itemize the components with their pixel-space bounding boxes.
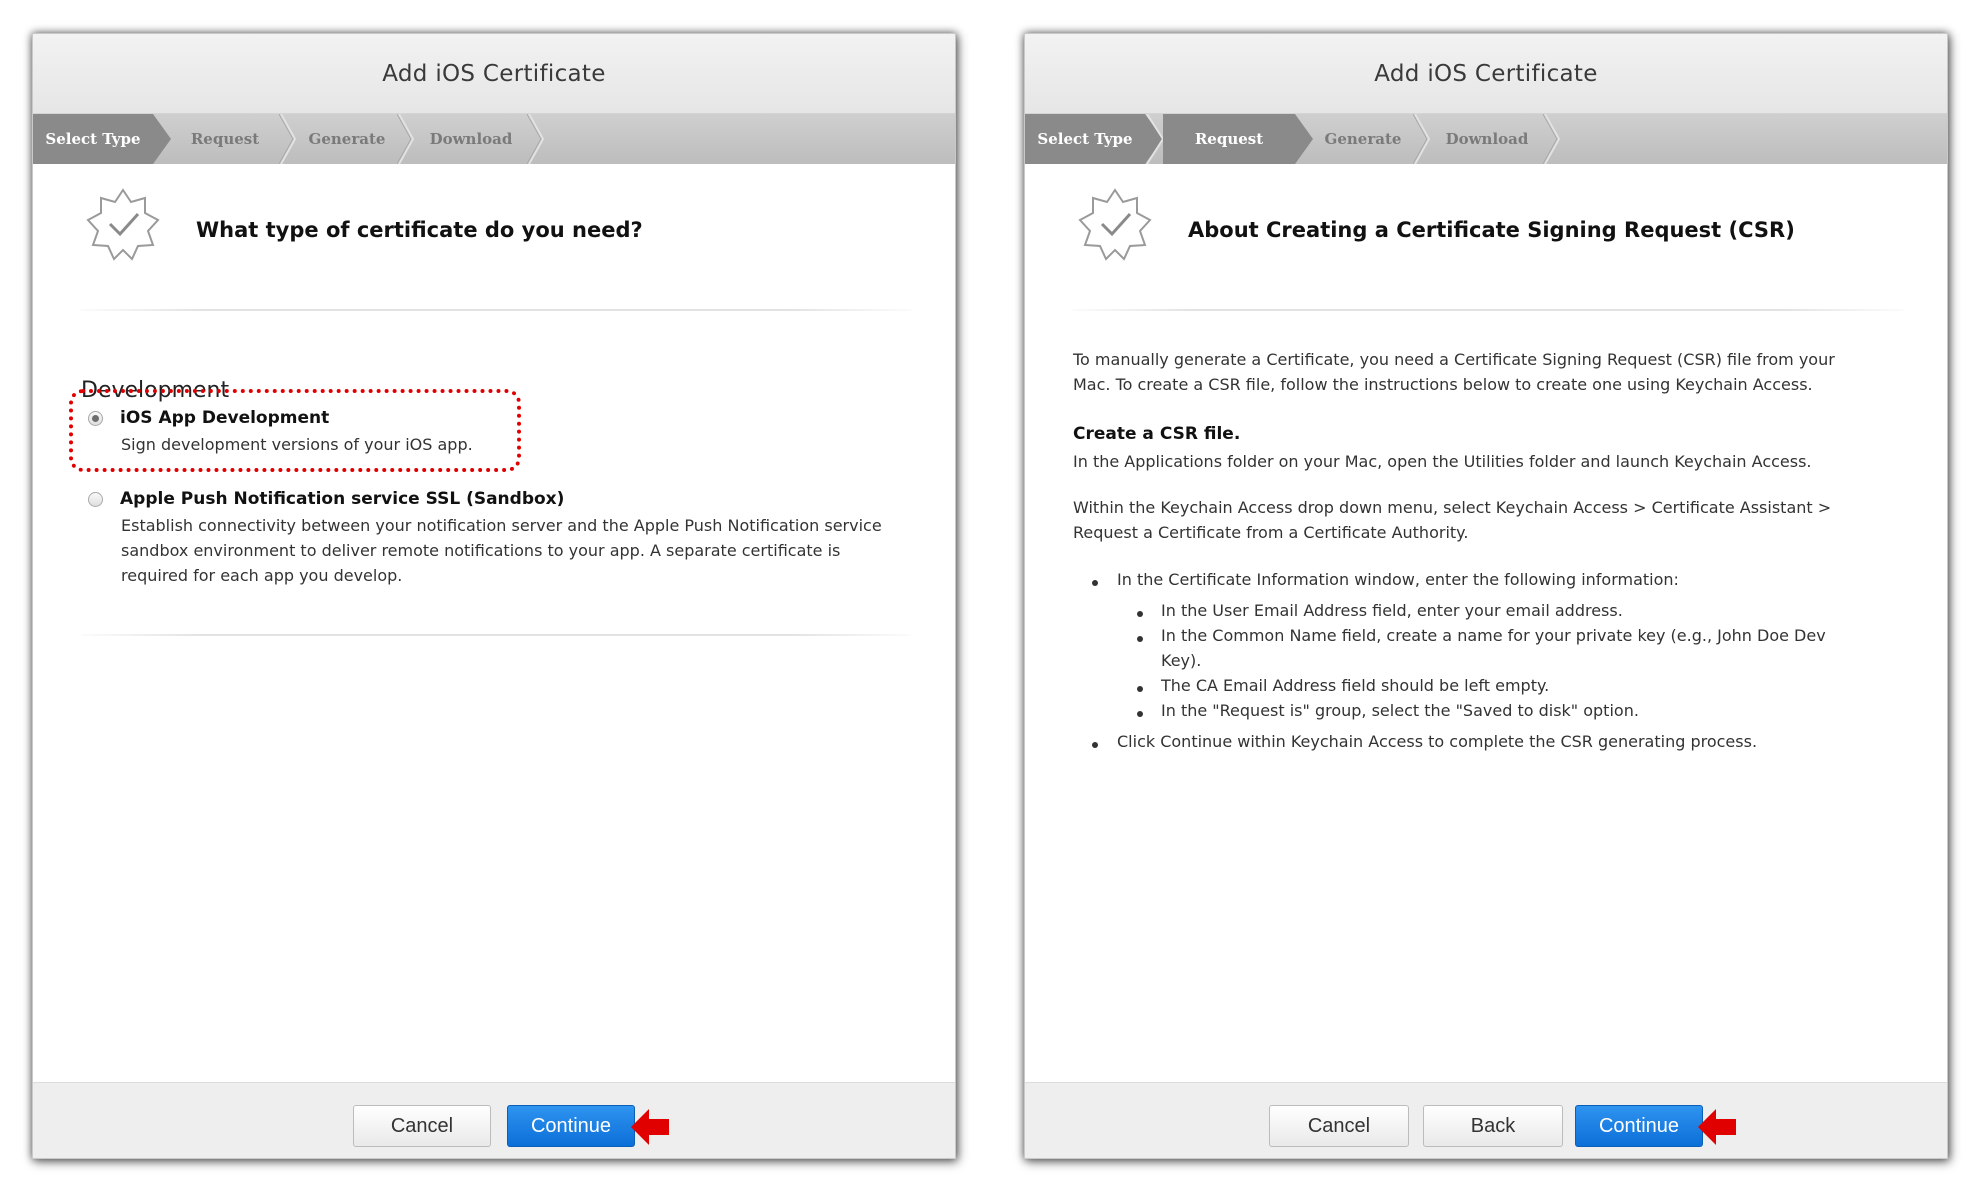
- back-button[interactable]: Back: [1423, 1105, 1563, 1147]
- sub-bullet-item-continued: Key).: [1161, 651, 1202, 670]
- bullet-icon: [1137, 711, 1143, 717]
- create-csr-text: In the Applications folder on your Mac, …: [1073, 452, 1812, 471]
- step-request: Request: [171, 114, 279, 164]
- bullet-item: In the Certificate Information window, e…: [1117, 570, 1679, 589]
- menu-instruction-line: Within the Keychain Access drop down men…: [1073, 498, 1832, 517]
- sub-bullet-item: In the "Request is" group, select the "S…: [1161, 701, 1639, 720]
- step-select-type: Select Type: [1025, 114, 1145, 164]
- cancel-button[interactable]: Cancel: [1269, 1105, 1409, 1147]
- add-certificate-dialog-request: Add iOS Certificate Select Type Request …: [1024, 33, 1948, 1159]
- annotation-arrow-icon: [631, 1109, 669, 1145]
- step-label: Select Type: [45, 130, 141, 148]
- bullet-icon: [1092, 742, 1098, 748]
- step-generate: Generate: [297, 114, 397, 164]
- step-generate: Generate: [1313, 114, 1413, 164]
- continue-button[interactable]: Continue: [507, 1105, 635, 1147]
- option-desc-line: Establish connectivity between your noti…: [121, 516, 882, 535]
- bullet-icon: [1137, 686, 1143, 692]
- step-separator-icon: [1543, 114, 1561, 164]
- step-label: Select Type: [1037, 130, 1133, 148]
- divider: [1073, 309, 1903, 311]
- add-certificate-dialog-select-type: Add iOS Certificate Select Type Request …: [32, 33, 956, 1159]
- step-label: Download: [1445, 130, 1529, 148]
- step-separator-icon: [1413, 114, 1431, 164]
- step-separator-icon: [527, 114, 545, 164]
- bullet-icon: [1137, 636, 1143, 642]
- radio-ios-app-development[interactable]: [88, 411, 103, 426]
- page-heading: What type of certificate do you need?: [196, 218, 643, 242]
- dialog-header: Add iOS Certificate: [1025, 34, 1947, 114]
- step-label: Download: [429, 130, 513, 148]
- page-heading: About Creating a Certificate Signing Req…: [1188, 218, 1795, 242]
- intro-line: Mac. To create a CSR file, follow the in…: [1073, 375, 1813, 394]
- dialog-header: Add iOS Certificate: [33, 34, 955, 114]
- continue-button[interactable]: Continue: [1575, 1105, 1703, 1147]
- annotation-highlight-box: [69, 389, 521, 472]
- option-desc-line: sandbox environment to deliver remote no…: [121, 541, 841, 560]
- sub-bullet-item: In the Common Name field, create a name …: [1161, 626, 1826, 645]
- create-csr-title: Create a CSR file.: [1073, 424, 1241, 444]
- bullet-item: Click Continue within Keychain Access to…: [1117, 732, 1758, 751]
- dialog-footer: [33, 1082, 955, 1158]
- step-request: Request: [1163, 114, 1313, 164]
- step-label: Generate: [1324, 130, 1402, 148]
- option-title-ios-app-development[interactable]: iOS App Development: [120, 408, 329, 428]
- sub-bullet-item: In the User Email Address field, enter y…: [1161, 601, 1623, 620]
- annotation-arrow-icon: [1698, 1109, 1736, 1145]
- option-title-apns-sandbox[interactable]: Apple Push Notification service SSL (San…: [120, 489, 564, 509]
- step-separator-icon: [397, 114, 415, 164]
- step-label: Request: [1194, 130, 1264, 148]
- step-bar: Select Type Request Generate Download: [33, 114, 955, 164]
- step-bar: Select Type Request Generate Download: [1025, 114, 1947, 164]
- intro-line: To manually generate a Certificate, you …: [1073, 350, 1835, 369]
- menu-instruction-line: Request a Certificate from a Certificate…: [1073, 523, 1469, 542]
- step-download: Download: [1431, 114, 1543, 164]
- step-label: Request: [190, 130, 260, 148]
- bullet-icon: [1137, 611, 1143, 617]
- divider: [81, 309, 911, 311]
- step-select-type: Select Type: [33, 114, 171, 164]
- divider: [81, 634, 911, 636]
- step-download: Download: [415, 114, 527, 164]
- cancel-button[interactable]: Cancel: [353, 1105, 491, 1147]
- bullet-icon: [1092, 580, 1098, 586]
- step-separator-icon: [1145, 114, 1163, 164]
- certificate-badge-icon: [1078, 188, 1152, 261]
- dialog-title: Add iOS Certificate: [382, 60, 606, 87]
- step-label: Generate: [308, 130, 386, 148]
- option-desc-line: required for each app you develop.: [121, 566, 403, 585]
- dialog-title: Add iOS Certificate: [1374, 60, 1598, 87]
- step-separator-icon: [279, 114, 297, 164]
- sub-bullet-item: The CA Email Address field should be lef…: [1161, 676, 1550, 695]
- radio-apns-sandbox[interactable]: [88, 492, 103, 507]
- option-desc-ios-app-development: Sign development versions of your iOS ap…: [121, 435, 473, 454]
- certificate-badge-icon: [86, 188, 160, 261]
